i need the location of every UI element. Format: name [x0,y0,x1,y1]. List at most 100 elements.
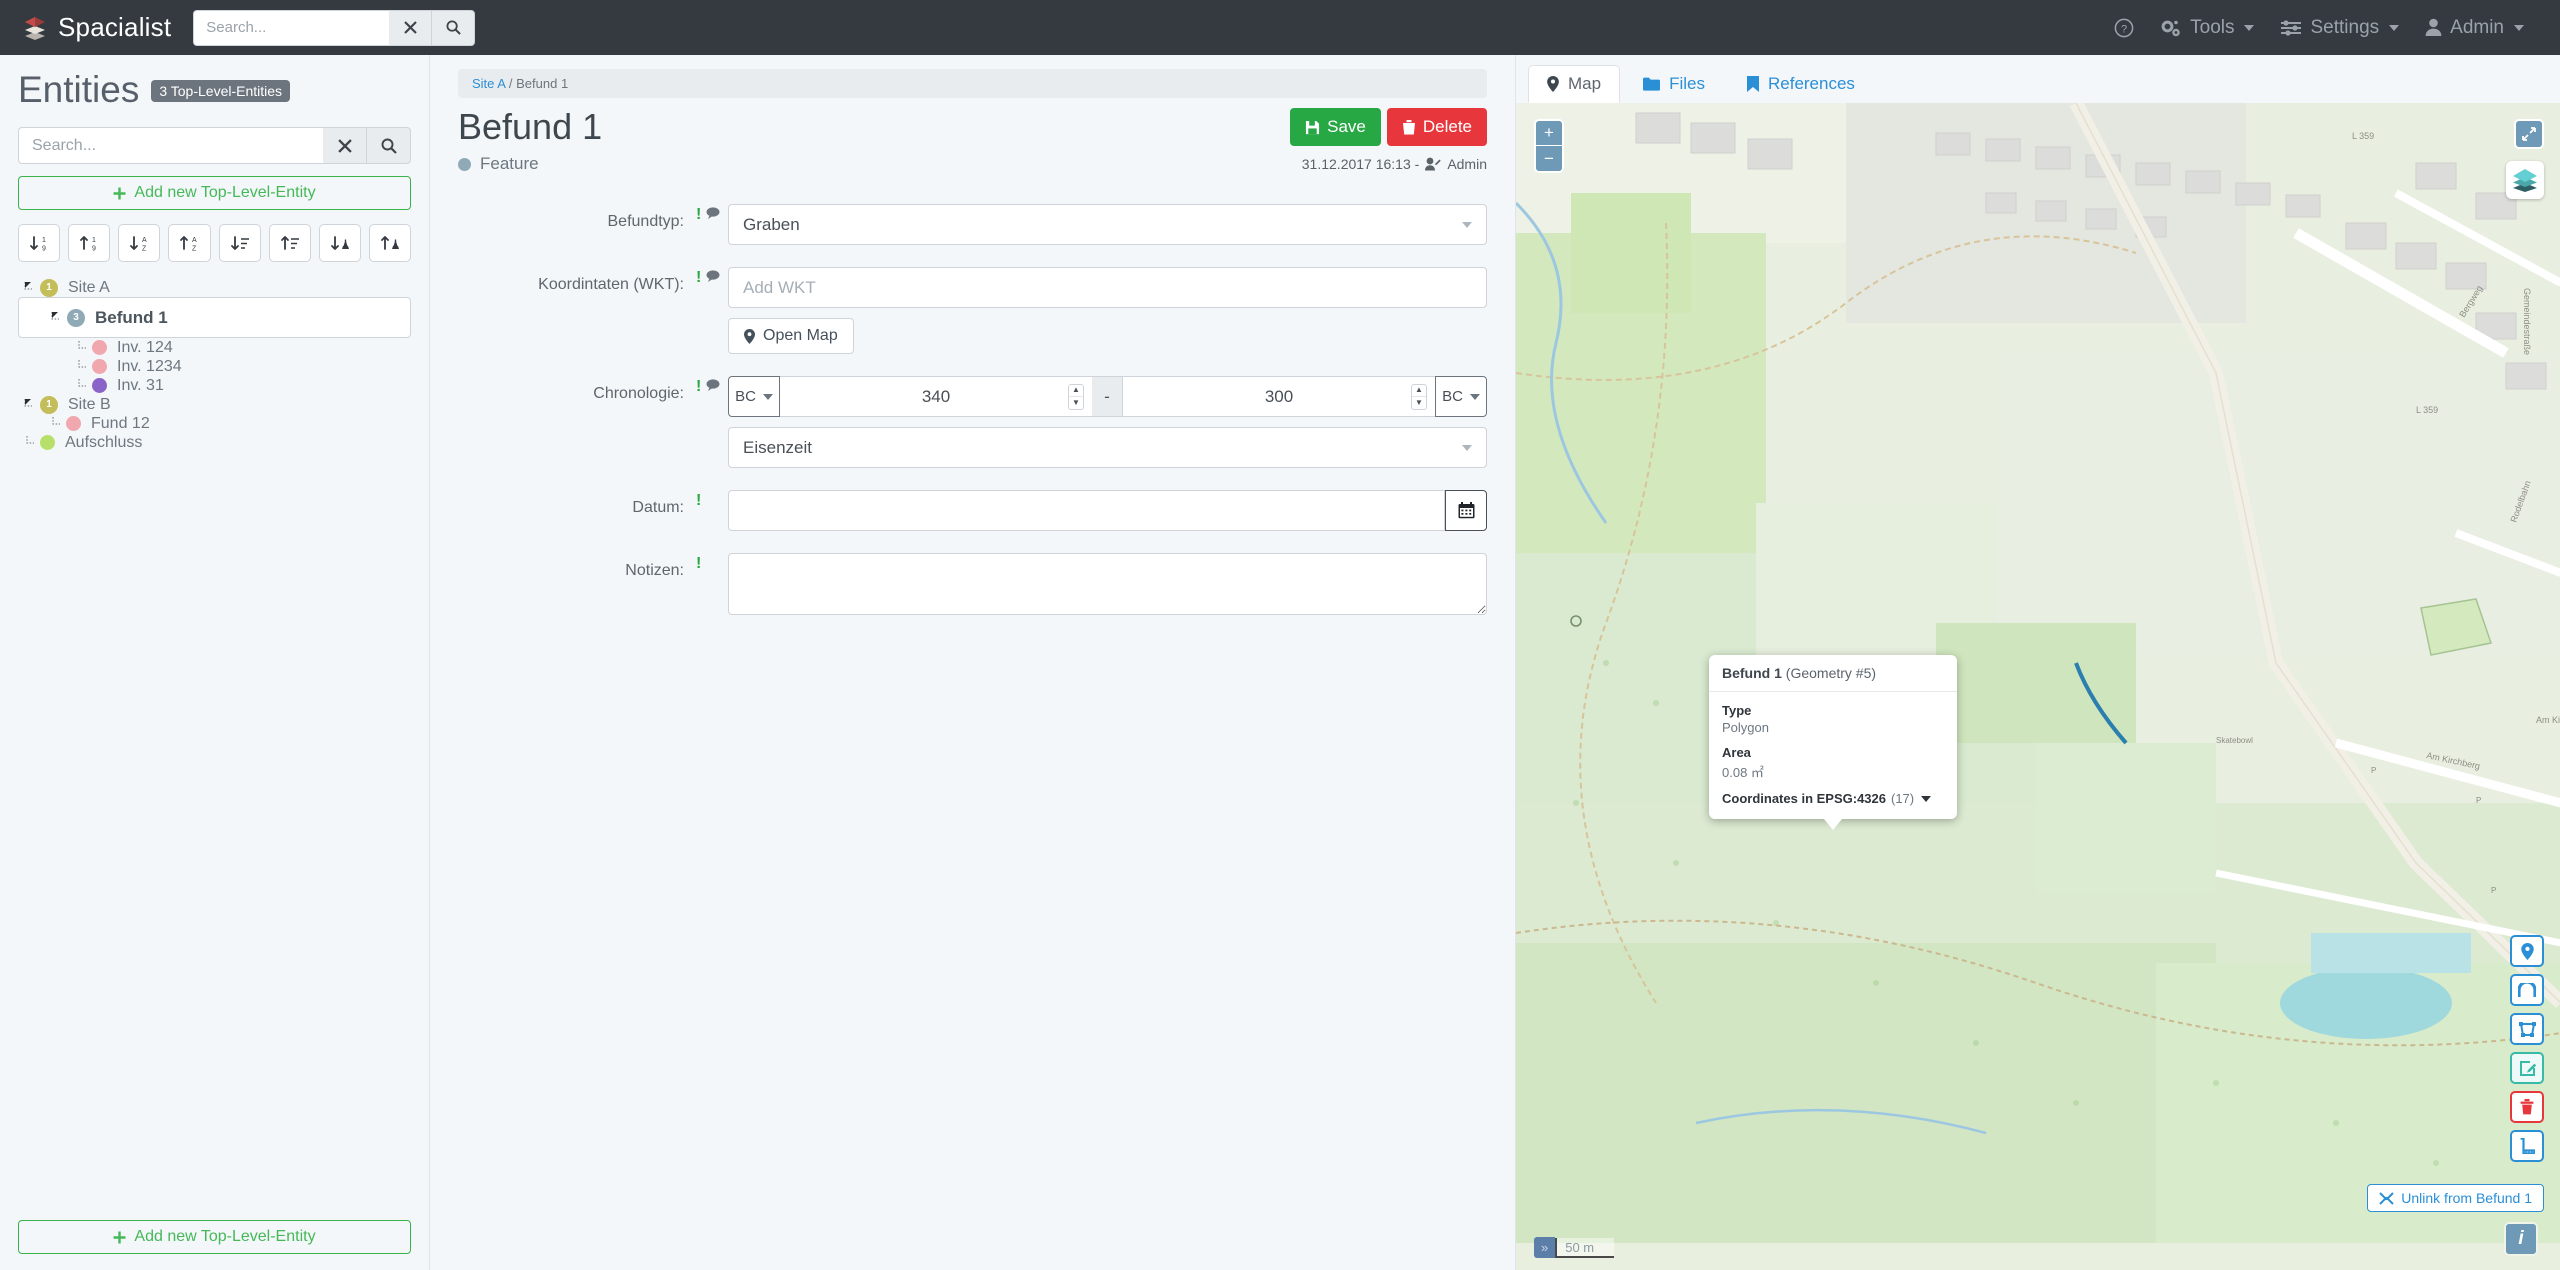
polygon-icon [2518,1021,2536,1037]
sort-type-down[interactable] [318,224,361,262]
wkt-input[interactable] [728,267,1487,308]
required-exclamation-icon: ! [696,378,702,395]
chrono-to-spinner[interactable]: ▲ ▼ [1411,383,1427,410]
entity-detail-pane: Site A / Befund 1 Befund 1 Save Delete F… [430,55,1515,1270]
global-search-clear-button[interactable] [389,9,433,46]
tree-expander-icon[interactable] [24,281,40,294]
map-zoom-controls: + − [1534,119,1564,173]
tab-references[interactable]: References [1728,65,1874,103]
entities-sidebar: Entities 3 Top-Level-Entities Add new To… [0,55,430,1270]
zoom-out-button[interactable]: − [1536,146,1562,171]
datum-input[interactable] [728,490,1446,531]
delete-geometry-tool[interactable] [2510,1091,2544,1123]
entity-title: Befund 1 [458,106,603,147]
map-layers-button[interactable] [2506,161,2544,199]
nav-tools[interactable]: Tools [2160,16,2255,39]
breadcrumb-parent-link[interactable]: Site A [472,76,505,91]
popup-coordinates-toggle[interactable]: Coordinates in EPSG:4326 (17) [1722,791,1944,806]
chrono-to-era-dropdown[interactable]: BC [1435,376,1487,417]
field-icons: ! [688,490,728,531]
chevron-down-icon [1462,444,1472,451]
sort-amount-down[interactable] [218,224,261,262]
required-exclamation-icon: ! [696,492,702,509]
draw-polygon-tool[interactable] [2510,1013,2544,1045]
field-befundtyp: Befundtyp: ! Graben [458,204,1487,245]
nav-admin[interactable]: Admin [2425,17,2524,39]
chrono-from-era-dropdown[interactable]: BC [728,376,780,417]
popup-title-sub: (Geometry #5) [1785,665,1877,681]
field-icons: ! [688,204,728,245]
save-button[interactable]: Save [1290,108,1381,146]
entity-type: Feature [458,154,539,174]
draw-marker-tool[interactable] [2510,935,2544,967]
tree-item-befund-1[interactable]: 3 Befund 1 [18,297,411,338]
sort-amount-up[interactable] [268,224,311,262]
tree-leaf-connector-icon [50,417,66,430]
tree-item-inv-124[interactable]: Inv. 124 [18,338,411,357]
open-map-button[interactable]: Open Map [728,318,854,354]
tree-item-inv-31[interactable]: Inv. 31 [18,376,411,395]
comment-bubble-icon[interactable] [706,270,720,354]
open-map-label: Open Map [763,327,838,344]
sort-alpha-down[interactable]: AZ [118,224,161,262]
chrono-period-select[interactable]: Eisenzeit [728,427,1487,468]
tree-item-fund-12[interactable]: Fund 12 [18,414,411,433]
brand[interactable]: Spacialist [22,12,171,43]
entity-type-label: Feature [480,154,539,173]
tree-item-inv-1234[interactable]: Inv. 1234 [18,357,411,376]
comment-bubble-icon[interactable] [706,207,720,245]
add-top-level-entity-button-bottom[interactable]: Add new Top-Level-Entity [18,1220,411,1254]
brand-name: Spacialist [58,12,172,42]
sort-numeric-down[interactable]: 19 [18,224,61,262]
entities-search-submit-button[interactable] [367,127,411,164]
global-search-input[interactable] [193,9,390,46]
chrono-period-value: Eisenzeit [743,437,812,457]
tab-files[interactable]: Files [1624,65,1724,103]
popup-title-main: Befund 1 [1722,665,1782,681]
tree-entity-type-dot-icon [92,378,107,393]
nav-tools-label: Tools [2190,16,2235,38]
delete-button[interactable]: Delete [1386,108,1487,146]
sort-numeric-up[interactable]: 19 [68,224,111,262]
chrono-to-era-value: BC [1442,388,1463,405]
attribution-toggle-button[interactable]: » [1534,1237,1556,1258]
entities-search-clear-button[interactable] [323,127,367,164]
svg-text:L 359: L 359 [2352,131,2374,141]
entities-search-input[interactable] [18,127,323,164]
datepicker-button[interactable] [1445,490,1487,531]
tree-item-site-a[interactable]: 1 Site A [18,278,411,297]
arrow-up-wide-short-icon [279,235,301,252]
edit-geometry-tool[interactable] [2510,1052,2544,1084]
tree-expander-icon[interactable] [51,311,67,324]
notizen-textarea[interactable] [728,553,1487,615]
tree-item-aufschluss[interactable]: Aufschluss [18,433,411,452]
tree-item-site-b[interactable]: 1 Site B [18,395,411,414]
global-search-submit-button[interactable] [432,9,476,46]
tree-child-count-badge: 1 [40,395,58,414]
map-panel-tabs: Map Files References [1516,55,2560,103]
tab-map[interactable]: Map [1528,65,1621,103]
application-window: Spacialist ? [0,0,2560,1270]
popup-type-value: Polygon [1722,720,1769,735]
tree-expander-icon[interactable] [24,398,40,411]
nav-settings[interactable]: Settings [2280,17,2400,39]
field-chronologie: Chronologie: ! BC 340 ▲ ▼ - 300 ▲ ▼ BC E… [458,376,1487,468]
zoom-in-button[interactable]: + [1536,121,1562,146]
unlink-geometry-button[interactable]: Unlink from Befund 1 [2367,1184,2544,1212]
measure-tool[interactable] [2510,1130,2544,1162]
map-canvas[interactable]: L 359 L 359 Am Kirchberg Gemeindestraße … [1516,103,2560,1270]
chrono-to-field[interactable]: 300 ▲ ▼ [1122,376,1435,417]
sort-alpha-up[interactable]: AZ [168,224,211,262]
calendar-icon [1458,502,1475,519]
add-top-level-entity-button-top[interactable]: Add new Top-Level-Entity [18,176,411,210]
befundtyp-select[interactable]: Graben [728,204,1487,245]
chrono-from-field[interactable]: 340 ▲ ▼ [780,376,1092,417]
help-button[interactable]: ? [2114,18,2134,38]
map-fullscreen-button[interactable] [2514,119,2544,149]
chrono-from-spinner[interactable]: ▲ ▼ [1068,383,1084,410]
comment-bubble-icon[interactable] [706,379,720,468]
sort-type-up[interactable] [368,224,411,262]
draw-line-tool[interactable] [2510,974,2544,1006]
map-info-button[interactable]: i [2504,1222,2538,1256]
delete-label: Delete [1422,117,1472,136]
